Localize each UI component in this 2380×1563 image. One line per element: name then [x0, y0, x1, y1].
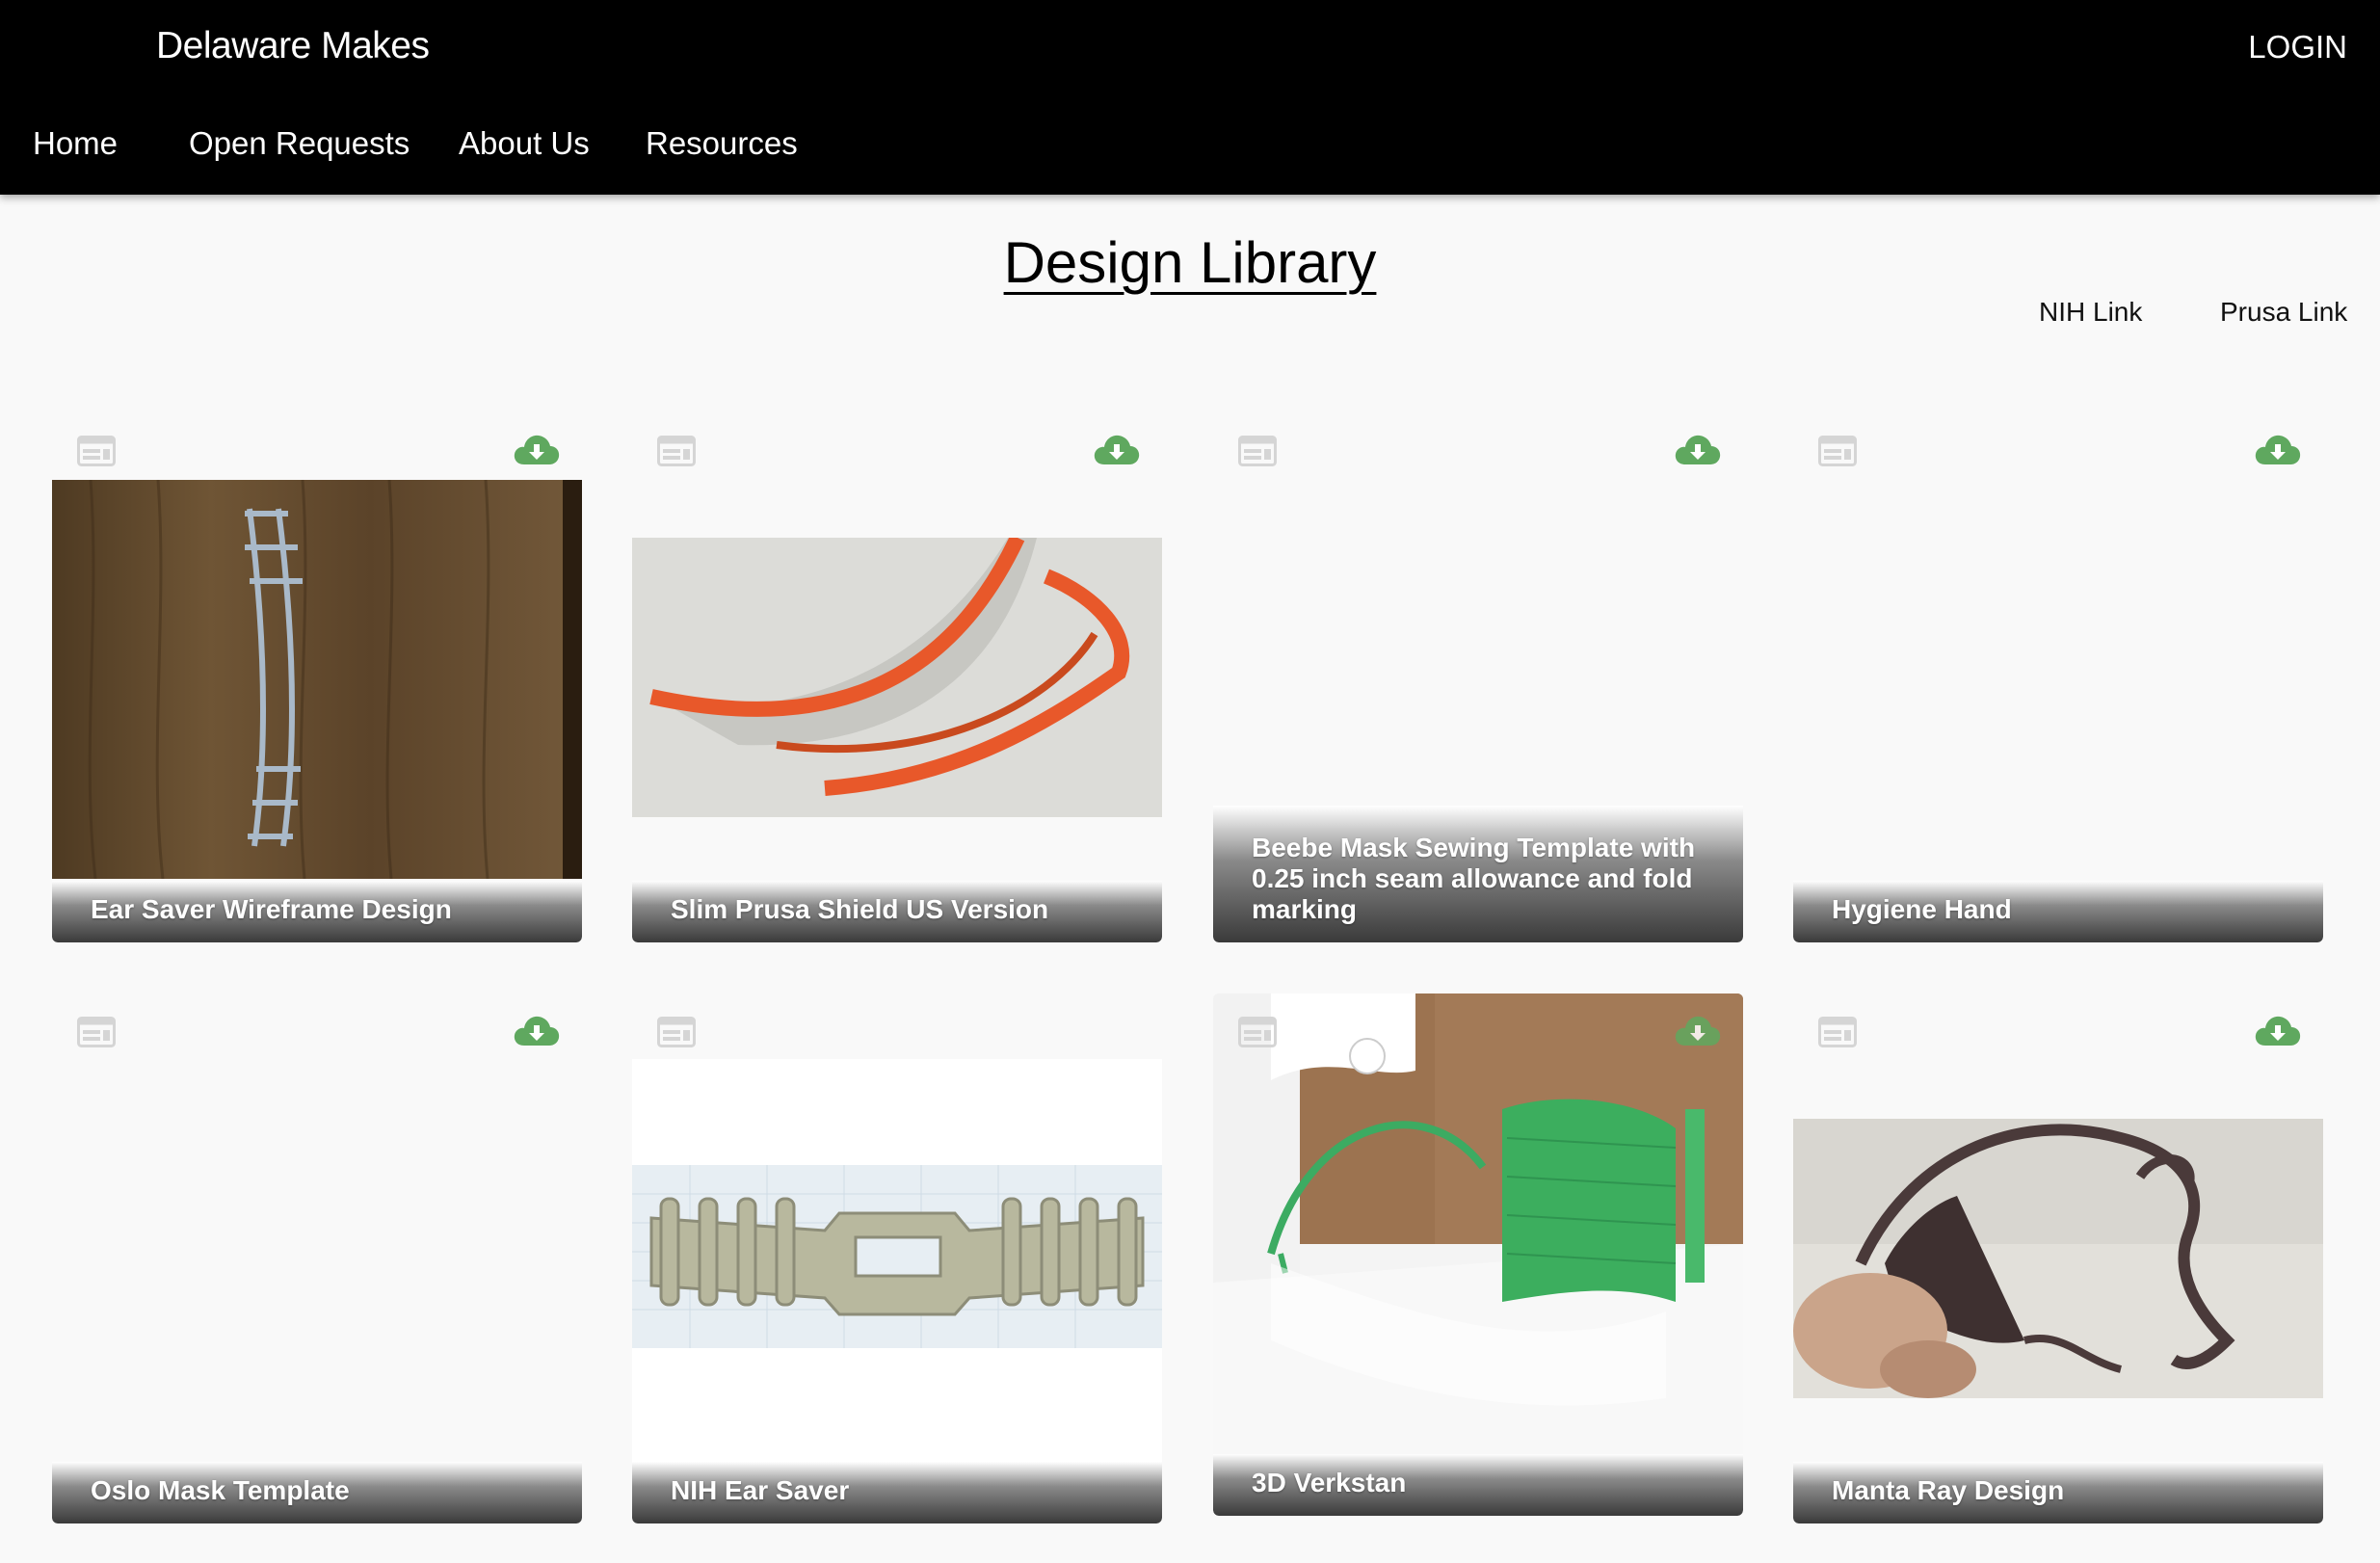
window-layout-icon — [77, 436, 116, 466]
window-layout-icon — [1818, 436, 1857, 466]
nav-home[interactable]: Home — [33, 125, 118, 162]
page-title: Design Library — [1003, 230, 1377, 295]
nav-open-requests[interactable]: Open Requests — [189, 125, 410, 162]
design-card-title: Slim Prusa Shield US Version — [632, 881, 1162, 942]
design-card[interactable]: Slim Prusa Shield US Version — [632, 420, 1162, 942]
window-layout-icon — [1238, 1017, 1277, 1047]
design-card[interactable]: Oslo Mask Template — [52, 1001, 582, 1523]
top-navbar: Delaware Makes LOGIN Home Open Requests … — [0, 0, 2380, 195]
cloud-download-icon[interactable] — [1674, 432, 1722, 470]
window-layout-icon — [657, 436, 696, 466]
prusa-link[interactable]: Prusa Link — [2220, 297, 2347, 328]
window-layout-icon — [77, 1017, 116, 1047]
design-card[interactable]: Beebe Mask Sewing Template with 0.25 inc… — [1213, 420, 1743, 942]
window-layout-icon — [657, 1017, 696, 1047]
cloud-download-icon[interactable] — [2254, 432, 2302, 470]
design-card-title: Oslo Mask Template — [52, 1462, 582, 1523]
window-layout-icon — [1818, 1017, 1857, 1047]
cloud-download-icon[interactable] — [2254, 1013, 2302, 1051]
window-layout-icon — [1238, 436, 1277, 466]
design-card-title: Ear Saver Wireframe Design — [52, 881, 582, 942]
design-card[interactable]: Hygiene Hand — [1793, 420, 2323, 942]
nih-link[interactable]: NIH Link — [2039, 297, 2142, 328]
design-card[interactable]: Ear Saver Wireframe Design — [52, 420, 582, 942]
design-image — [1213, 993, 1743, 1516]
brand-logo-text[interactable]: Delaware Makes — [156, 25, 430, 67]
cloud-download-icon[interactable] — [513, 1013, 561, 1051]
design-image — [1793, 1119, 2323, 1398]
design-card-title: Hygiene Hand — [1793, 881, 2323, 942]
design-card-title: 3D Verkstan — [1213, 1454, 1743, 1516]
design-card[interactable]: Manta Ray Design — [1793, 1001, 2323, 1523]
design-image — [52, 480, 582, 879]
design-card[interactable]: NIH Ear Saver — [632, 1001, 1162, 1523]
design-card-title: NIH Ear Saver — [632, 1462, 1162, 1523]
design-card[interactable]: 3D Verkstan — [1213, 993, 1743, 1516]
nav-about-us[interactable]: About Us — [459, 125, 590, 162]
design-card-title: Manta Ray Design — [1793, 1462, 2323, 1523]
design-image — [632, 538, 1162, 817]
design-card-title: Beebe Mask Sewing Template with 0.25 inc… — [1213, 806, 1743, 942]
cloud-download-icon[interactable] — [513, 432, 561, 470]
nav-resources[interactable]: Resources — [646, 125, 798, 162]
cloud-download-icon[interactable] — [1093, 432, 1141, 470]
login-link[interactable]: LOGIN — [2248, 29, 2347, 66]
design-image — [632, 1059, 1162, 1483]
cloud-download-icon[interactable] — [1674, 1013, 1722, 1051]
